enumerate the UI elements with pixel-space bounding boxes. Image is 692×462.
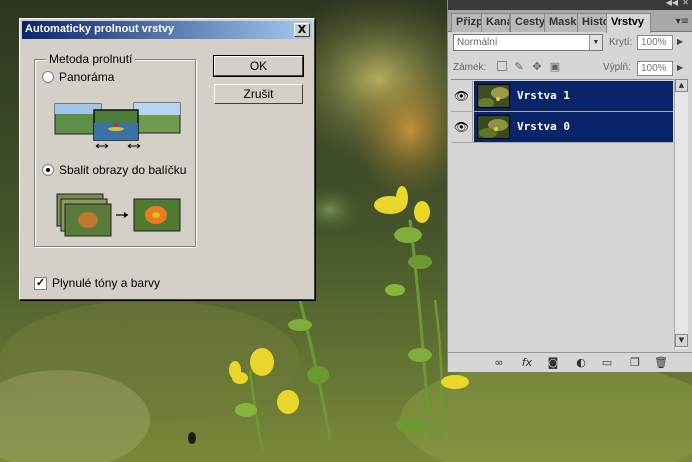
fill-label: Výplň:	[603, 62, 631, 73]
lock-position-icon[interactable]: ✥	[531, 61, 543, 73]
mask-icon[interactable]: ◙	[546, 356, 560, 369]
radio-stack-label: Sbalit obrazy do balíčku	[59, 163, 187, 177]
seamless-tones-label: Plynulé tóny a barvy	[52, 276, 161, 290]
tab-channels[interactable]: Kaná	[481, 13, 510, 32]
ok-button[interactable]: OK	[213, 55, 304, 77]
layers-bottom-bar: ∞ fx ◙ ◐ ▭ ❐ 🗑	[448, 352, 692, 372]
close-button[interactable]: X	[294, 23, 310, 37]
auto-blend-dialog: Automaticky prolnout vrstvy X Metoda pro…	[19, 18, 315, 300]
tab-masks[interactable]: Mask	[544, 13, 578, 32]
fx-icon[interactable]: fx	[520, 356, 534, 369]
blend-method-label: Metoda prolnutí	[46, 52, 136, 66]
new-layer-icon[interactable]: ❐	[628, 356, 642, 369]
layers-panel: ◀◀ ✕ Přizp Kaná Cesty Mask Histo Vrstvy …	[447, 0, 692, 372]
layer-body[interactable]: Vrstva 0	[474, 112, 673, 142]
adjustment-icon[interactable]: ◐	[574, 356, 588, 369]
radio-panorama-button[interactable]	[42, 71, 54, 83]
eye-icon[interactable]: 👁	[451, 81, 473, 111]
layers-list: 👁 Vrstva 1 👁 Vrstva 0	[451, 79, 688, 349]
layer-row[interactable]: 👁 Vrstva 0	[451, 112, 673, 143]
seamless-tones-checkbox-row[interactable]: ✓ Plynulé tóny a barvy	[34, 276, 160, 290]
layer-name: Vrstva 1	[517, 89, 570, 102]
layer-thumbnail	[477, 84, 510, 108]
collapse-panel-icon[interactable]: ◀◀	[666, 0, 678, 7]
lock-row: Zámek: ✎ ✥ ▣ Výplň: 100% ▶	[453, 60, 687, 76]
layer-body[interactable]: Vrstva 1	[474, 81, 673, 111]
close-icon: X	[297, 23, 307, 36]
radio-stack[interactable]: Sbalit obrazy do balíčku	[42, 163, 186, 177]
panel-menu-icon[interactable]: ▾≡	[676, 16, 689, 27]
blend-mode-select[interactable]: Normální ▼	[453, 34, 603, 51]
tab-adjustments[interactable]: Přizp	[451, 13, 482, 32]
trash-icon[interactable]: 🗑	[654, 356, 668, 369]
eye-icon[interactable]: 👁	[451, 112, 473, 142]
dialog-title: Automaticky prolnout vrstvy	[25, 23, 175, 35]
close-panel-icon[interactable]: ✕	[682, 0, 689, 7]
panel-tabs: Přizp Kaná Cesty Mask Histo Vrstvy ▾≡	[448, 10, 692, 33]
stack-illustration	[56, 193, 181, 237]
link-icon[interactable]: ∞	[492, 356, 506, 369]
cancel-button[interactable]: Zrušit	[214, 84, 303, 104]
fill-input[interactable]: 100%	[637, 61, 673, 76]
folder-icon[interactable]: ▭	[600, 356, 614, 369]
tab-histogram[interactable]: Histo	[577, 13, 608, 32]
blend-mode-value: Normální	[457, 37, 498, 48]
opacity-input[interactable]: 100%	[637, 35, 673, 50]
layer-row[interactable]: 👁 Vrstva 1	[451, 81, 673, 112]
layers-scrollbar[interactable]: ▲ ▼	[674, 79, 688, 349]
lock-label: Zámek:	[453, 62, 487, 73]
radio-panorama-label: Panoráma	[59, 70, 115, 84]
fill-arrow-icon[interactable]: ▶	[677, 63, 683, 72]
panorama-illustration	[54, 102, 181, 149]
lock-transparency-icon[interactable]	[497, 61, 507, 71]
scroll-down-icon[interactable]: ▼	[675, 334, 688, 347]
blend-row: Normální ▼ Krytí: 100% ▶	[453, 34, 686, 54]
layer-name: Vrstva 0	[517, 120, 570, 133]
dialog-titlebar[interactable]: Automaticky prolnout vrstvy X	[22, 21, 312, 39]
chevron-down-icon[interactable]: ▼	[589, 35, 602, 50]
radio-stack-button[interactable]	[42, 164, 54, 176]
panel-header-strip: ◀◀ ✕	[448, 0, 692, 10]
radio-panorama[interactable]: Panoráma	[42, 70, 114, 84]
tab-paths[interactable]: Cesty	[510, 13, 545, 32]
opacity-arrow-icon[interactable]: ▶	[677, 37, 683, 46]
lock-pixels-icon[interactable]: ✎	[513, 61, 525, 73]
opacity-label: Krytí:	[609, 37, 633, 48]
seamless-tones-checkbox[interactable]: ✓	[34, 276, 47, 290]
tab-layers[interactable]: Vrstvy	[606, 13, 651, 33]
scroll-up-icon[interactable]: ▲	[675, 79, 688, 92]
lock-all-icon[interactable]: ▣	[549, 61, 561, 73]
layer-thumbnail	[477, 115, 510, 139]
